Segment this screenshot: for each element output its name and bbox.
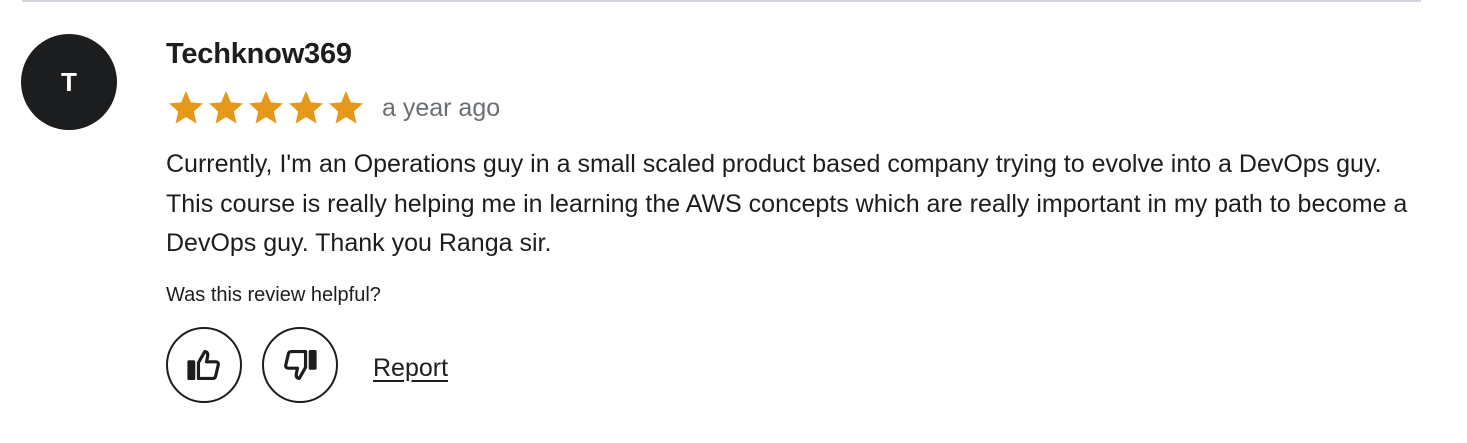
thumbs-up-button[interactable] — [166, 327, 242, 403]
thumbs-down-button[interactable] — [262, 327, 338, 403]
star-icon — [249, 91, 283, 124]
star-icon — [329, 91, 363, 124]
thumbs-up-icon — [185, 346, 223, 384]
report-link[interactable]: Report — [373, 350, 448, 386]
reviewer-name: Techknow369 — [166, 38, 352, 70]
helpful-prompt: Was this review helpful? — [166, 284, 381, 306]
avatar: T — [21, 34, 117, 130]
review-date: a year ago — [382, 94, 501, 122]
star-icon — [289, 91, 323, 124]
avatar-initial: T — [61, 66, 77, 97]
star-icon — [209, 91, 243, 124]
star-rating — [166, 88, 366, 128]
rating-row: a year ago — [166, 88, 500, 128]
review-text: Currently, I'm an Operations guy in a sm… — [166, 150, 1408, 257]
thumbs-down-icon — [281, 346, 319, 384]
star-icon — [169, 91, 203, 124]
top-divider — [22, 0, 1421, 2]
